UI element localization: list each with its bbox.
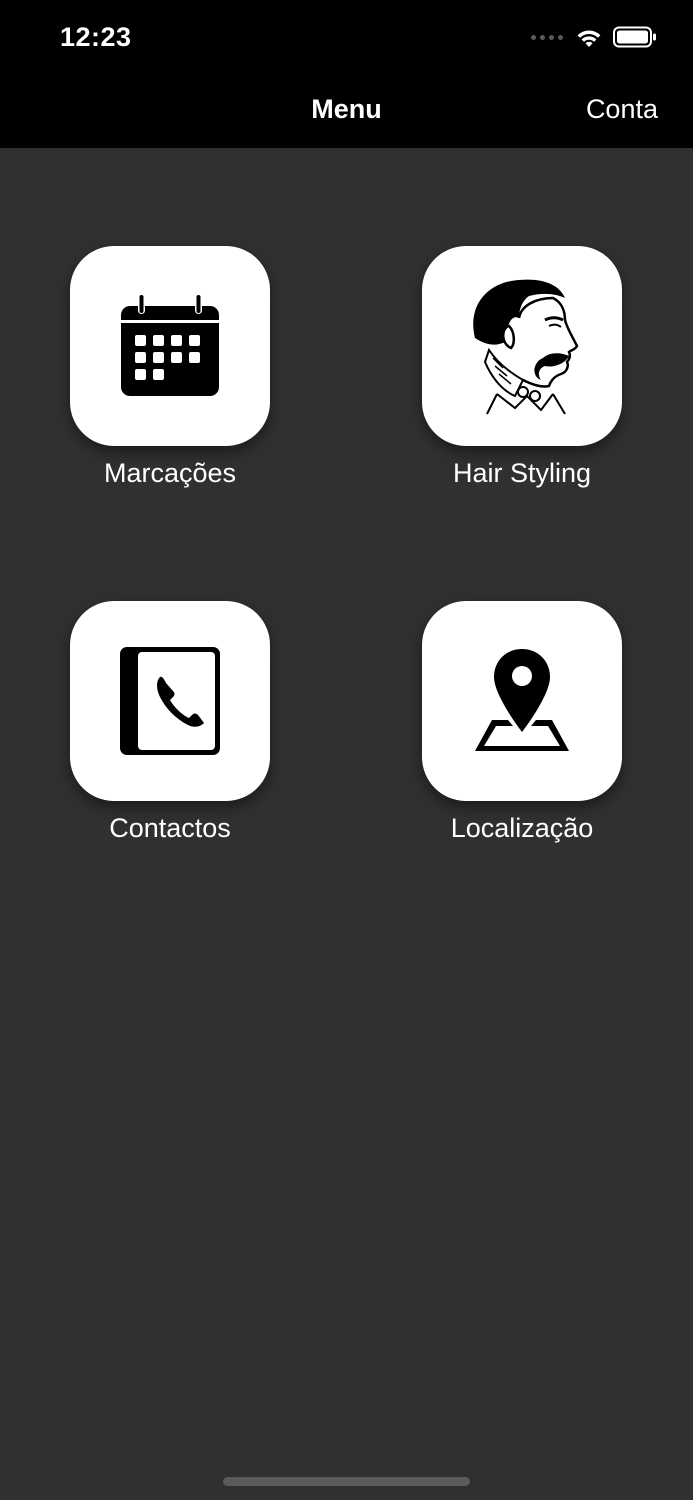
phone-book-icon bbox=[120, 647, 220, 755]
tile-contactos[interactable]: Contactos bbox=[70, 601, 270, 844]
tile-marcacoes[interactable]: Marcações bbox=[70, 246, 270, 489]
tile-marcacoes-box[interactable] bbox=[70, 246, 270, 446]
status-time: 12:23 bbox=[60, 22, 132, 52]
tile-localizacao-box[interactable] bbox=[422, 601, 622, 801]
tile-localizacao[interactable]: Localização bbox=[422, 601, 622, 844]
tile-localizacao-label: Localização bbox=[450, 813, 594, 843]
navigation-bar: 12:23 Menu Conta bbox=[0, 0, 693, 148]
home-indicator[interactable] bbox=[223, 1477, 470, 1486]
wifi-icon bbox=[577, 30, 601, 47]
account-button[interactable]: Conta bbox=[586, 94, 658, 125]
signal-dots-icon bbox=[531, 34, 563, 40]
tile-marcacoes-label: Marcações bbox=[103, 458, 237, 488]
tile-hair-styling-label: Hair Styling bbox=[452, 458, 592, 488]
map-pin-icon bbox=[475, 649, 569, 751]
battery-icon bbox=[613, 26, 656, 48]
tile-hair-styling[interactable]: Hair Styling bbox=[422, 246, 622, 489]
tile-contactos-label: Contactos bbox=[109, 813, 231, 843]
status-icons bbox=[531, 26, 657, 48]
calendar-icon bbox=[121, 294, 219, 396]
tile-contactos-box[interactable] bbox=[70, 601, 270, 801]
tile-hair-styling-box[interactable] bbox=[422, 246, 622, 446]
barber-man-portrait-icon bbox=[473, 279, 579, 415]
